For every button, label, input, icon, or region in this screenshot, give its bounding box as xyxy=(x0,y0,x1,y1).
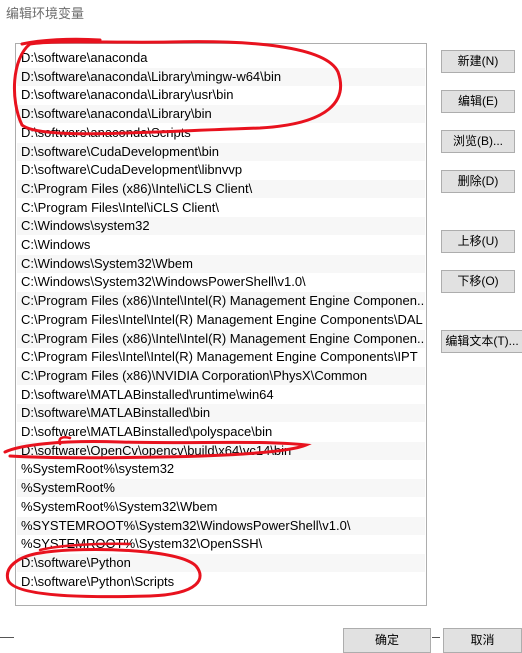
list-item[interactable]: D:\software\anaconda xyxy=(17,49,425,67)
list-item[interactable]: C:\Windows\System32\Wbem xyxy=(17,254,425,273)
delete-button[interactable]: 删除(D) xyxy=(441,170,515,193)
list-item[interactable]: C:\Program Files\Intel\iCLS Client\ xyxy=(17,198,425,217)
edit-env-var-dialog: 编辑环境变量 D:\software\anaconda D:\software\a… xyxy=(0,0,522,653)
list-item[interactable]: D:\software\OpenCv\opencv\build\x64\vc14… xyxy=(17,441,425,460)
cancel-button[interactable]: 取消 xyxy=(443,628,522,653)
list-item[interactable]: C:\Program Files (x86)\Intel\Intel(R) Ma… xyxy=(17,292,425,311)
list-item[interactable]: C:\Program Files (x86)\Intel\iCLS Client… xyxy=(17,179,425,198)
browse-button[interactable]: 浏览(B)... xyxy=(441,130,515,153)
move-up-button[interactable]: 上移(U) xyxy=(441,230,515,253)
list-item[interactable]: D:\software\MATLABinstalled\runtime\win6… xyxy=(17,385,425,404)
list-item[interactable]: %SYSTEMROOT%\System32\OpenSSH\ xyxy=(17,535,425,554)
list-item[interactable]: C:\Windows xyxy=(17,236,425,254)
list-item[interactable]: C:\Program Files (x86)\NVIDIA Corporatio… xyxy=(17,366,425,385)
list-item[interactable]: %SystemRoot%\System32\Wbem xyxy=(17,497,425,516)
list-item[interactable]: %SystemRoot% xyxy=(17,479,425,498)
edit-button[interactable]: 编辑(E) xyxy=(441,90,515,113)
ok-button[interactable]: 确定 xyxy=(343,628,431,653)
list-item[interactable]: D:\software\MATLABinstalled\polyspace\bi… xyxy=(17,423,425,441)
path-list[interactable]: D:\software\anaconda D:\software\anaconda… xyxy=(15,43,427,606)
edit-text-button[interactable]: 编辑文本(T)... xyxy=(441,330,522,353)
new-button[interactable]: 新建(N) xyxy=(441,50,515,73)
divider xyxy=(432,637,440,638)
list-item[interactable]: D:\software\Python xyxy=(17,553,425,572)
dialog-title: 编辑环境变量 xyxy=(6,6,85,21)
list-item[interactable]: C:\Program Files (x86)\Intel\Intel(R) Ma… xyxy=(17,329,425,348)
list-item[interactable]: D:\software\Python\Scripts xyxy=(17,572,425,591)
list-item[interactable]: D:\software\anaconda\Library\usr\bin xyxy=(17,86,425,105)
list-item[interactable]: D:\software\anaconda\Scripts xyxy=(17,123,425,142)
list-item[interactable]: D:\software\anaconda\Library\mingw-w64\b… xyxy=(17,67,425,86)
list-item[interactable]: %SYSTEMROOT%\System32\WindowsPowerShell\… xyxy=(17,516,425,535)
move-down-button[interactable]: 下移(O) xyxy=(441,270,515,293)
list-item[interactable]: %SystemRoot%\system32 xyxy=(17,460,425,479)
list-item[interactable]: C:\Windows\System32\WindowsPowerShell\v1… xyxy=(17,273,425,292)
list-item[interactable]: D:\software\CudaDevelopment\libnvvp xyxy=(17,161,425,180)
list-item[interactable]: D:\software\MATLABinstalled\bin xyxy=(17,404,425,423)
list-item[interactable]: C:\Program Files\Intel\Intel(R) Manageme… xyxy=(17,348,425,367)
divider xyxy=(0,637,14,638)
list-item[interactable]: D:\software\CudaDevelopment\bin xyxy=(17,142,425,161)
list-item[interactable]: C:\Program Files\Intel\Intel(R) Manageme… xyxy=(17,310,425,329)
list-item[interactable]: D:\software\anaconda\Library\bin xyxy=(17,105,425,124)
list-item[interactable]: C:\Windows\system32 xyxy=(17,217,425,236)
